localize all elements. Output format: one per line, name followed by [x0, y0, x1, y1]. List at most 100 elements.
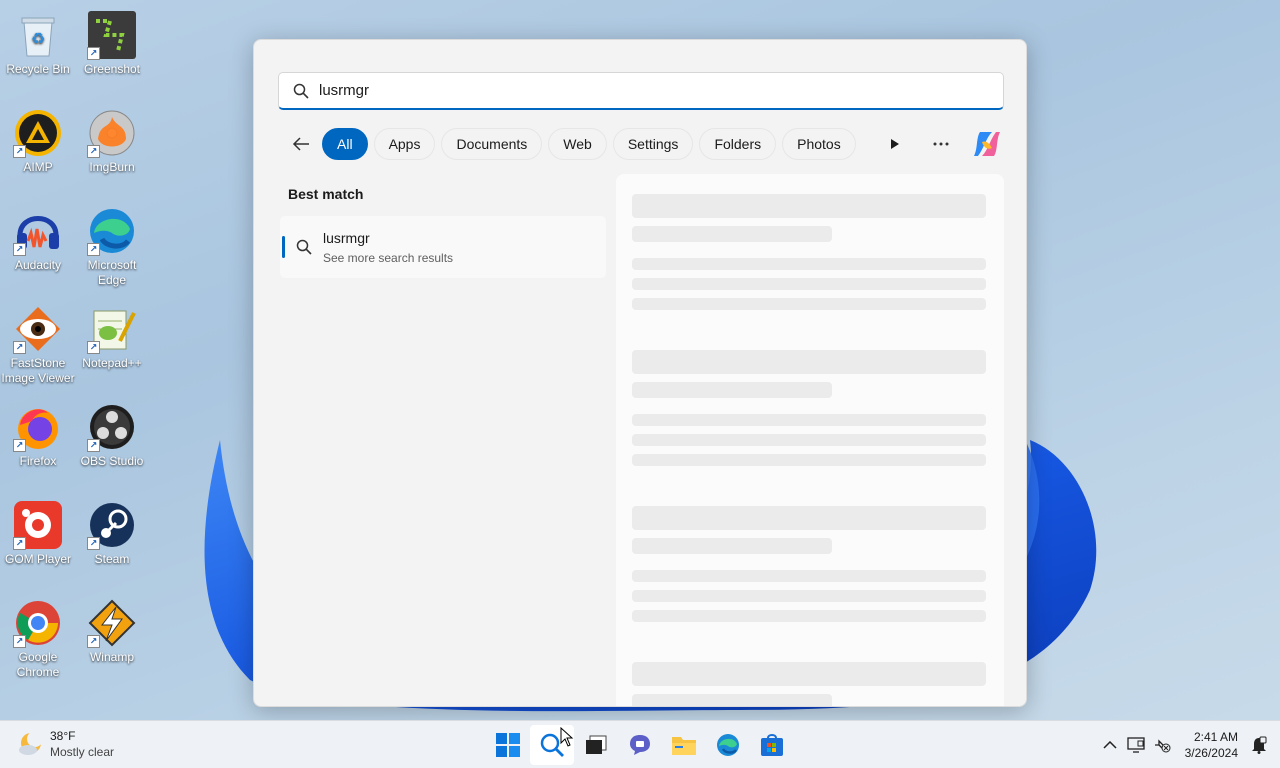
recycle-bin-icon: ♻	[13, 10, 63, 60]
folder-icon	[672, 737, 696, 755]
display-tray-button[interactable]	[1123, 737, 1149, 753]
system-tray: 2:41 AM 3/26/2024	[1097, 721, 1280, 768]
filter-folders[interactable]: Folders	[699, 128, 777, 160]
clock-time: 2:41 AM	[1193, 730, 1238, 744]
weather-temperature: 38°F	[50, 729, 76, 743]
desktop-icon-google-chrome[interactable]: ↗ Google Chrome	[0, 594, 76, 680]
search-input[interactable]: lusrmgr	[278, 72, 1004, 110]
show-hidden-icons-button[interactable]	[1097, 741, 1123, 749]
edge-icon: ↗	[87, 206, 137, 256]
desktop-icon-greenshot[interactable]: ↗ Greenshot	[74, 6, 150, 77]
filter-web[interactable]: Web	[548, 128, 607, 160]
skeleton-block	[632, 298, 986, 310]
chevron-up-icon	[1103, 741, 1117, 749]
desktop-icon-label: Steam	[94, 552, 130, 566]
notification-bell-icon	[1252, 736, 1267, 754]
search-result-icon	[296, 239, 312, 255]
gom-player-icon: ↗	[13, 500, 63, 550]
desktop-icon-aimp[interactable]: ↗ AIMP	[0, 104, 76, 175]
preview-pane-loading	[616, 174, 1004, 706]
mouse-cursor-icon	[560, 727, 574, 747]
desktop-icon-firefox[interactable]: ↗ Firefox	[0, 398, 76, 469]
skeleton-block	[632, 610, 986, 622]
desktop-icon-label: Notepad++	[82, 356, 142, 370]
winamp-icon: ↗	[87, 598, 137, 648]
task-view-button[interactable]	[574, 725, 618, 765]
desktop-icon-label: Greenshot	[83, 62, 141, 76]
filter-apps[interactable]: Apps	[373, 128, 436, 160]
desktop-icon-steam[interactable]: ↗ Steam	[74, 496, 150, 567]
steam-icon: ↗	[87, 500, 137, 550]
task-view-icon	[586, 735, 607, 754]
desktop-icon-imgburn[interactable]: ↗ ImgBurn	[74, 104, 150, 175]
filter-settings[interactable]: Settings	[612, 128, 694, 160]
edge-icon	[717, 734, 739, 756]
monitor-icon	[1126, 737, 1145, 753]
desktop-icon-gom-player[interactable]: ↗ GOM Player	[0, 496, 76, 567]
faststone-eye-icon: ↗	[13, 304, 63, 354]
weather-moon-cloud-icon	[19, 731, 43, 755]
teams-chat-button[interactable]	[618, 725, 662, 765]
desktop-icon-recycle-bin[interactable]: ♻ Recycle Bin	[0, 6, 76, 77]
copilot-button[interactable]	[970, 128, 1004, 160]
skeleton-block	[632, 694, 832, 706]
skeleton-block	[632, 570, 986, 582]
desktop-icon-label: AIMP	[23, 160, 53, 174]
desktop-icon-label: ImgBurn	[89, 160, 135, 174]
more-options-button[interactable]	[924, 128, 958, 160]
notifications-button[interactable]	[1246, 736, 1272, 754]
network-volume-tray-button[interactable]	[1149, 737, 1175, 753]
desktop-icon-label: GOM Player	[4, 552, 71, 566]
weather-condition: Mostly clear	[50, 745, 115, 759]
back-arrow-icon	[292, 137, 309, 151]
clock-date: 3/26/2024	[1184, 746, 1238, 760]
result-title: lusrmgr	[323, 229, 370, 246]
filter-photos[interactable]: Photos	[782, 128, 856, 160]
filter-all[interactable]: All	[322, 128, 368, 160]
skeleton-block	[632, 278, 986, 290]
network-disconnected-icon	[1154, 739, 1171, 753]
filter-documents[interactable]: Documents	[441, 128, 543, 160]
desktop-icon-faststone[interactable]: ↗ FastStone Image Viewer	[0, 300, 76, 386]
skeleton-block	[632, 194, 986, 218]
desktop-icon-label: Firefox	[19, 454, 57, 468]
skeleton-block	[632, 382, 832, 398]
desktop-icon-label: OBS Studio	[80, 454, 144, 468]
firefox-icon: ↗	[13, 402, 63, 452]
start-button[interactable]	[486, 725, 530, 765]
more-filters-button[interactable]	[878, 128, 912, 160]
desktop-icon-label: FastStone Image Viewer	[1, 356, 75, 385]
copilot-icon	[974, 132, 1000, 156]
desktop-icon-winamp[interactable]: ↗ Winamp	[74, 594, 150, 665]
audacity-icon: ↗	[13, 206, 63, 256]
skeleton-block	[632, 590, 986, 602]
skeleton-block	[632, 226, 832, 242]
desktop-icon-label: Audacity	[14, 258, 62, 272]
desktop-icon-label: Winamp	[89, 650, 134, 664]
desktop-icon-label: Google Chrome	[16, 650, 60, 679]
play-icon	[891, 139, 899, 149]
desktop-icon-audacity[interactable]: ↗ Audacity	[0, 202, 76, 273]
greenshot-icon: ↗	[87, 10, 137, 60]
skeleton-block	[632, 350, 986, 374]
skeleton-block	[632, 414, 986, 426]
desktop-icon-microsoft-edge[interactable]: ↗ Microsoft Edge	[74, 202, 150, 288]
weather-widget[interactable]: 38°F Mostly clear	[16, 729, 114, 759]
clock[interactable]: 2:41 AM 3/26/2024	[1185, 729, 1238, 761]
file-explorer-button[interactable]	[662, 725, 706, 765]
desktop-icon-label: Recycle Bin	[6, 62, 70, 76]
back-button[interactable]	[284, 128, 318, 160]
desktop-icon-obs[interactable]: ↗ OBS Studio	[74, 398, 150, 469]
store-button[interactable]	[750, 725, 794, 765]
windows-logo-icon	[496, 733, 520, 757]
chrome-icon: ↗	[13, 598, 63, 648]
skeleton-block	[632, 258, 986, 270]
notepadpp-icon: ↗	[87, 304, 137, 354]
best-match-result[interactable]: lusrmgr See more search results	[280, 216, 606, 278]
microsoft-store-icon	[761, 734, 783, 756]
desktop-icon-notepadpp[interactable]: ↗ Notepad++	[74, 300, 150, 371]
edge-taskbar-button[interactable]	[706, 725, 750, 765]
skeleton-block	[632, 434, 986, 446]
skeleton-block	[632, 506, 986, 530]
ellipsis-icon	[933, 142, 949, 146]
